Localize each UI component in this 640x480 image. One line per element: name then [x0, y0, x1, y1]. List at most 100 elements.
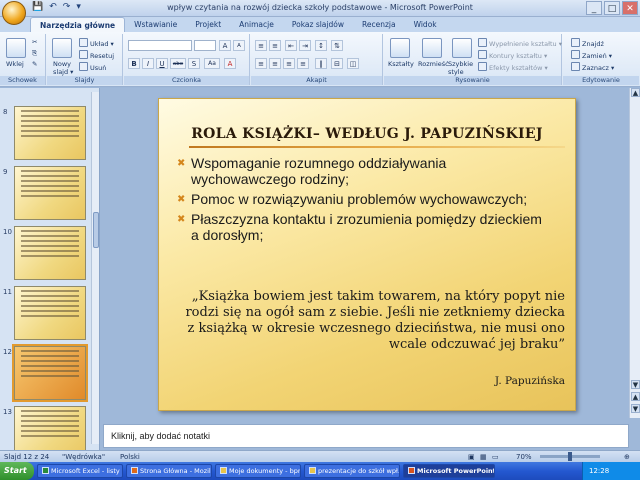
customize-qat-icon[interactable]: ▾	[76, 2, 81, 12]
new-slide-button[interactable]: Nowy slajd ▾	[53, 60, 79, 76]
align-left-icon[interactable]: ≡	[255, 58, 267, 69]
slide-title[interactable]: ROLA KSIĄŻKI– WEDŁUG J. PAPUZIŃSKIEJ	[159, 126, 575, 142]
slide-thumbnail[interactable]	[14, 166, 86, 220]
slide-thumbnail[interactable]	[14, 106, 86, 160]
arrange-button[interactable]: Rozmieść	[418, 60, 449, 68]
slide-thumbnail-selected[interactable]	[12, 344, 88, 402]
replace-button[interactable]: Zamień ▾	[571, 50, 612, 60]
thumbnail-scroll-thumb[interactable]	[93, 212, 99, 248]
change-case-button[interactable]: Aa	[204, 58, 220, 69]
align-right-icon[interactable]: ≡	[283, 58, 295, 69]
align-text-icon[interactable]: ⊟	[331, 58, 343, 69]
group-editing: Znajdź Zamień ▾ Zaznacz ▾ Edytowanie	[563, 34, 639, 85]
zoom-level[interactable]: 70%	[516, 453, 532, 461]
shrink-font-button[interactable]: A	[233, 40, 245, 51]
format-painter-icon[interactable]: ✎	[32, 60, 37, 68]
quote-text[interactable]: „Książka bowiem jest takim towarem, na k…	[179, 289, 565, 353]
smartart-icon[interactable]: ◫	[347, 58, 359, 69]
thumbnail-scrollbar[interactable]	[91, 92, 99, 444]
taskbar-item[interactable]: Strona Główna - Mozilla...	[126, 464, 212, 478]
delete-slide-button[interactable]: Usuń	[79, 62, 106, 72]
copy-icon[interactable]: ⎘	[32, 49, 37, 58]
undo-icon[interactable]: ↶	[49, 2, 57, 12]
tab-design[interactable]: Projekt	[186, 17, 230, 32]
cut-icon[interactable]: ✂	[32, 38, 37, 46]
maximize-button[interactable]: □	[604, 1, 620, 15]
justify-icon[interactable]: ≡	[297, 58, 309, 69]
numbering-icon[interactable]: ≡	[269, 40, 281, 51]
line-spacing-icon[interactable]: ↕	[315, 40, 327, 51]
sorter-view-icon[interactable]: ▦	[480, 453, 487, 461]
quick-styles-icon[interactable]	[452, 38, 472, 58]
tab-view[interactable]: Widok	[405, 17, 446, 32]
align-center-icon[interactable]: ≡	[269, 58, 281, 69]
paste-label[interactable]: Wklej	[6, 60, 24, 68]
office-button[interactable]	[2, 1, 26, 25]
scroll-up-icon[interactable]: ▲	[631, 88, 640, 97]
font-color-icon[interactable]: A	[224, 58, 236, 69]
bullets-icon[interactable]: ≡	[255, 40, 267, 51]
paste-icon[interactable]	[6, 38, 26, 58]
grow-font-button[interactable]: A	[219, 40, 231, 51]
shapes-icon[interactable]	[390, 38, 410, 58]
save-icon[interactable]: 💾	[32, 2, 43, 12]
close-button[interactable]: ✕	[622, 1, 638, 15]
decrease-indent-icon[interactable]: ⇤	[285, 40, 297, 51]
slide-canvas[interactable]: ROLA KSIĄŻKI– WEDŁUG J. PAPUZIŃSKIEJ ✖ Ws…	[158, 98, 576, 411]
tab-animations[interactable]: Animacje	[230, 17, 283, 32]
strikethrough-button[interactable]: abe	[170, 58, 186, 69]
replace-label: Zamień ▾	[582, 52, 613, 60]
fit-to-window-icon[interactable]: ⊕	[624, 453, 630, 461]
shadow-button[interactable]: S	[188, 58, 200, 69]
shape-effects-button[interactable]: Efekty kształtów ▾	[478, 62, 548, 72]
increase-indent-icon[interactable]: ⇥	[299, 40, 311, 51]
taskbar-item-active[interactable]: Microsoft PowerPoint ...	[403, 464, 495, 478]
taskbar-item-label: prezentacje do szkół wpł...	[318, 467, 400, 475]
quote-author[interactable]: J. Papuzińska	[495, 375, 565, 387]
clock[interactable]: 12:28	[589, 467, 609, 475]
tab-home[interactable]: Narzędzia główne	[30, 17, 126, 32]
font-name-field[interactable]	[128, 40, 192, 51]
underline-button[interactable]: U	[156, 58, 168, 69]
zoom-slider-handle[interactable]	[568, 452, 572, 461]
tab-slideshow[interactable]: Pokaz slajdów	[283, 17, 353, 32]
italic-button[interactable]: I	[142, 58, 154, 69]
previous-slide-icon[interactable]: ▲	[631, 392, 640, 401]
taskbar-item[interactable]: prezentacje do szkół wpł...	[304, 464, 400, 478]
excel-icon	[42, 467, 49, 474]
slide-scrollbar[interactable]: ▲ ▼ ▲ ▼	[629, 88, 640, 418]
shape-fill-button[interactable]: Wypełnienie kształtu ▾	[478, 38, 562, 48]
shape-outline-button[interactable]: Kontury kształtu ▾	[478, 50, 547, 60]
slideshow-view-icon[interactable]: ▭	[492, 453, 499, 461]
tab-insert[interactable]: Wstawianie	[125, 17, 186, 32]
tab-review[interactable]: Recenzja	[353, 17, 405, 32]
slide-thumbnail[interactable]	[14, 286, 86, 340]
start-button[interactable]: Start	[0, 462, 34, 480]
zoom-slider[interactable]	[540, 452, 600, 461]
slide-thumbnail[interactable]	[14, 226, 86, 280]
scroll-down-icon[interactable]: ▼	[631, 380, 640, 389]
font-size-field[interactable]	[194, 40, 216, 51]
layout-button[interactable]: Układ ▾	[79, 38, 114, 48]
minimize-button[interactable]: _	[586, 1, 602, 15]
bullet-list[interactable]: ✖ Wspomaganie rozumnego oddziaływania wyc…	[177, 155, 547, 247]
thumbnail-number: 8	[3, 108, 8, 116]
next-slide-icon[interactable]: ▼	[631, 404, 640, 413]
shapes-button[interactable]: Kształty	[388, 60, 414, 68]
normal-view-icon[interactable]: ▣	[468, 453, 475, 461]
quick-styles-button[interactable]: Szybkie style	[448, 60, 474, 76]
text-direction-icon[interactable]: ⇅	[331, 40, 343, 51]
select-button[interactable]: Zaznacz ▾	[571, 62, 614, 72]
slide-thumbnail-pane[interactable]: 8 9 10 11 12 13	[0, 88, 100, 460]
notes-pane[interactable]: Kliknij, aby dodać notatki	[103, 424, 629, 448]
redo-icon[interactable]: ↷	[63, 2, 71, 12]
reset-button[interactable]: Resetuj	[79, 50, 114, 60]
bold-button[interactable]: B	[128, 58, 140, 69]
new-slide-icon[interactable]	[52, 38, 72, 58]
arrange-icon[interactable]	[422, 38, 442, 58]
find-button[interactable]: Znajdź	[571, 38, 604, 48]
taskbar-item[interactable]: Microsoft Excel - listy zak...	[37, 464, 123, 478]
title-underline	[189, 146, 565, 148]
taskbar-item[interactable]: Moje dokumenty - bpmia...	[215, 464, 301, 478]
columns-icon[interactable]: ‖	[315, 58, 327, 69]
